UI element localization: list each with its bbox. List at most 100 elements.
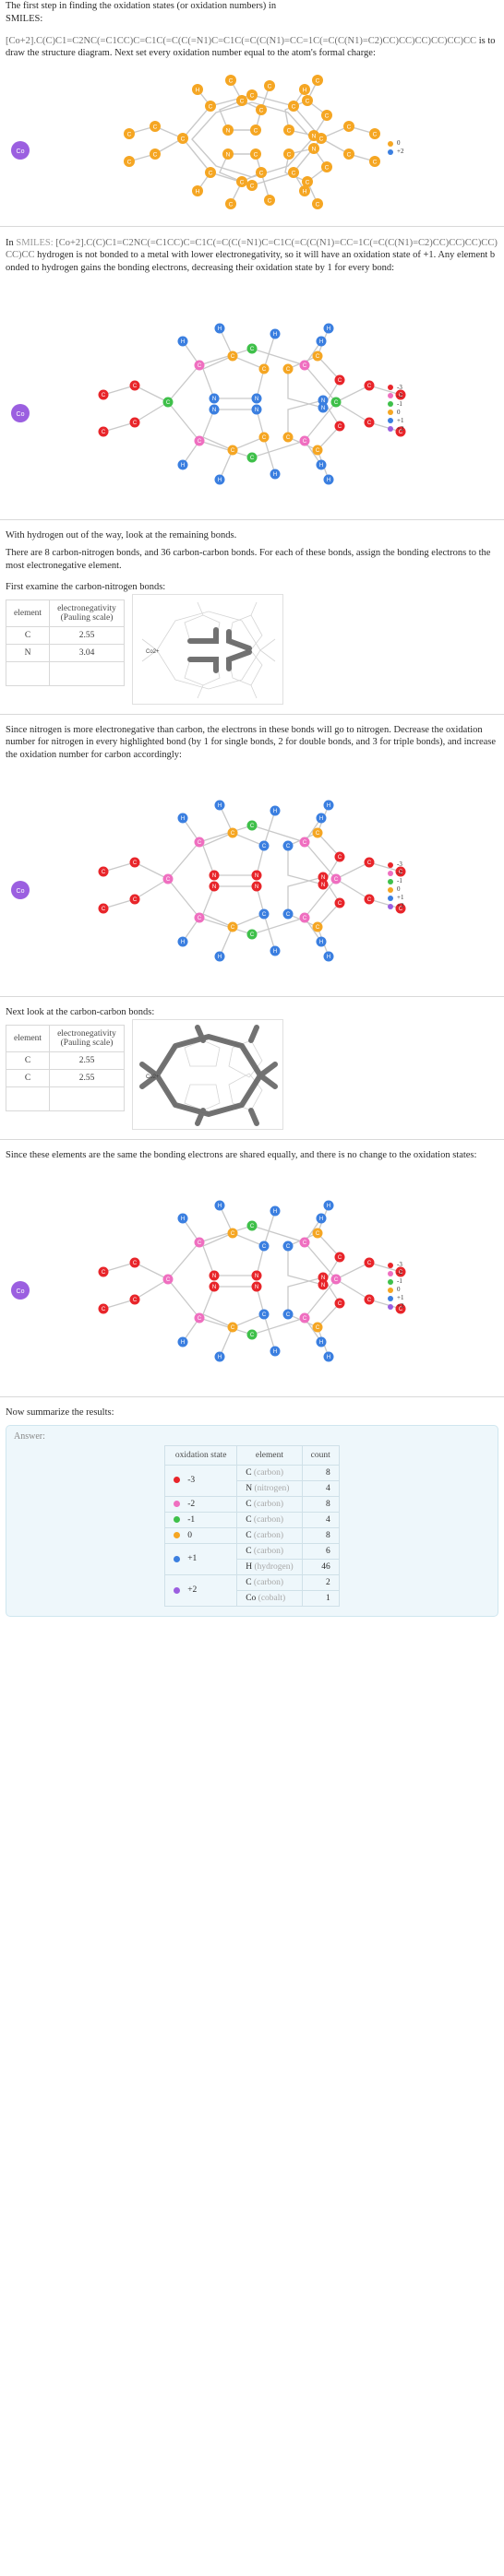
svg-text:C: C	[367, 897, 372, 903]
svg-text:H: H	[327, 1204, 330, 1209]
svg-text:C: C	[316, 354, 320, 360]
svg-text:C: C	[102, 870, 106, 875]
svg-text:C: C	[231, 354, 235, 360]
svg-text:N: N	[212, 873, 216, 879]
col-header-element: element	[5, 1024, 51, 1052]
svg-text:C: C	[250, 456, 255, 461]
legend-swatch	[388, 1303, 393, 1310]
svg-text:H: H	[319, 1217, 323, 1222]
svg-text:C: C	[306, 180, 310, 186]
legend-label: -2	[397, 391, 402, 399]
svg-text:C: C	[102, 907, 106, 912]
legend-label: -1	[397, 399, 402, 408]
col-header-electronegativity: electronegativity (Pauling scale)	[49, 599, 125, 627]
svg-text:N: N	[255, 1274, 258, 1279]
svg-text:H: H	[181, 1217, 185, 1222]
legend-swatch	[388, 393, 393, 398]
svg-text:N: N	[226, 152, 231, 159]
svg-text:C: C	[303, 363, 307, 369]
table-header-row: element electronegativity (Pauling scale…	[5, 599, 125, 627]
cell-element: C (carbon)	[236, 1511, 303, 1528]
svg-text:C: C	[316, 448, 320, 454]
table-header-row: element electronegativity (Pauling scale…	[5, 1024, 125, 1052]
legend-label: +2	[397, 148, 404, 155]
cell-oxidation-state: -1	[164, 1511, 238, 1528]
svg-text:C: C	[198, 1241, 202, 1246]
svg-text:C: C	[133, 1261, 138, 1266]
cell-empty	[5, 660, 51, 686]
svg-text:C: C	[334, 877, 339, 883]
molecule-svg-1: C C C C C C C C C C N C C C N C C C N C …	[11, 75, 380, 209]
svg-text:H: H	[181, 463, 185, 469]
legend-item: -3	[388, 1261, 403, 1269]
svg-text:N: N	[321, 883, 325, 888]
svg-text:C: C	[166, 877, 171, 883]
smiles-string-1: [Co+2].C(C)C1=C2NC(=C1CC)C=C1C(=C(C(=N1)…	[6, 35, 496, 59]
svg-text:C: C	[133, 384, 138, 389]
svg-text:C: C	[127, 132, 132, 138]
structure-diagram-initial: C C C C C C C C C C N C C C N C C C N C …	[0, 69, 504, 217]
atom-group-orange: C C C C C C C C C C N C C C N C C C N C …	[124, 75, 380, 209]
svg-text:N: N	[321, 406, 325, 411]
svg-text:C: C	[303, 916, 307, 921]
svg-text:C: C	[367, 384, 372, 389]
step-7: Now summarize the results:	[0, 1407, 504, 1419]
divider	[0, 713, 504, 715]
svg-text:C: C	[198, 916, 202, 921]
molecule-svg-4: C C C C C C C C C C C C C C C C N N N N	[11, 1200, 406, 1362]
divider	[0, 518, 504, 520]
svg-text:C: C	[250, 93, 255, 100]
svg-text:N: N	[255, 884, 258, 890]
svg-text:C: C	[338, 378, 342, 384]
svg-text:N: N	[312, 134, 317, 140]
cell-element: C (carbon)	[236, 1464, 303, 1481]
svg-text:C: C	[259, 171, 264, 177]
svg-text:C: C	[338, 424, 342, 430]
legend-item: -1	[388, 877, 403, 885]
svg-text:C: C	[102, 430, 106, 435]
legend-swatch	[388, 870, 393, 876]
cell-oxidation-state: +2	[164, 1574, 238, 1608]
svg-text:H: H	[273, 472, 277, 478]
oxidation-value: +2	[187, 1585, 198, 1596]
svg-text:C: C	[231, 925, 235, 931]
svg-text:C: C	[367, 1261, 372, 1266]
svg-text:C: C	[316, 925, 320, 931]
svg-text:C: C	[316, 831, 320, 837]
cell-value: 2.55	[49, 625, 125, 645]
svg-text:H: H	[218, 326, 222, 332]
oxidation-swatch	[174, 1477, 181, 1484]
step-1-intro: The first step in finding the oxidation …	[6, 1, 277, 11]
svg-text:N: N	[321, 1276, 325, 1281]
legend-swatch	[388, 385, 393, 390]
svg-text:C: C	[133, 861, 138, 866]
svg-text:N: N	[212, 397, 216, 402]
legend-full-2: -3 -2 -1 0 +1 +2	[388, 861, 403, 910]
svg-text:H: H	[327, 803, 330, 809]
structure-diagram-cn-assigned: C C C C C C C C C C C C C C C C N N N N	[0, 761, 504, 987]
legend-item: 0	[388, 139, 403, 148]
table-row: 0 C (carbon) 8	[164, 1526, 340, 1545]
svg-text:N: N	[321, 1283, 325, 1288]
svg-text:C: C	[198, 1316, 202, 1322]
svg-text:C: C	[367, 861, 372, 866]
legend-swatch	[388, 1295, 393, 1301]
svg-text:C: C	[292, 104, 296, 111]
svg-text:H: H	[303, 88, 307, 94]
cell-value: 3.04	[49, 643, 125, 662]
cell-value: 2.55	[49, 1051, 125, 1070]
svg-text:C: C	[306, 99, 310, 105]
legend-label: +1	[397, 1294, 404, 1301]
cn-highlight-figure: Co2+	[131, 593, 283, 705]
legend-label: -2	[397, 1269, 402, 1276]
svg-text:C: C	[286, 367, 291, 373]
svg-text:C: C	[325, 113, 330, 120]
legend-swatch	[388, 1262, 393, 1268]
cell-count: 8	[301, 1526, 340, 1545]
svg-text:C: C	[229, 202, 234, 208]
table-row: C 2.55	[5, 1051, 125, 1070]
legend-item: +2	[388, 902, 403, 910]
cell-count: 4	[301, 1479, 340, 1497]
table-row: C 2.55	[5, 1068, 125, 1087]
svg-text:H: H	[327, 478, 330, 483]
